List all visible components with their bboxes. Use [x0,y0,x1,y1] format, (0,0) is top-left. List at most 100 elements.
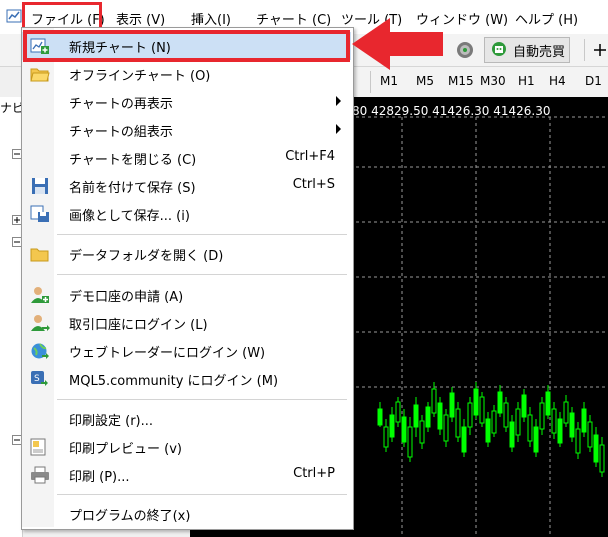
menu-item-label: 印刷プレビュー (v) [69,442,182,457]
candle-body [533,426,539,453]
menu-item-open-data-folder[interactable]: データフォルダを開く (D) [22,240,351,268]
menu-shortcut: Ctrl+P [293,466,335,481]
menu-item-label: データフォルダを開く (D) [69,249,224,264]
tf-m1[interactable]: M1 [380,74,398,88]
candle-body [455,408,461,438]
mql5-icon: S [31,371,48,386]
candle-body [497,391,503,414]
signal-icon [457,42,473,58]
candle-body [479,396,485,424]
candle-body [491,410,497,434]
menu-item-label: 印刷設定 (r)... [69,414,154,429]
autotrade-button[interactable]: 自動売買 [484,37,571,63]
tf-m5[interactable]: M5 [416,74,434,88]
menu-item-chart-sets[interactable]: チャートの組表示 [22,116,351,144]
menu-shortcut: Ctrl+F4 [285,149,335,164]
open-folder-icon [30,68,50,82]
menu-item-login-mql5[interactable]: S MQL5.community にログイン (M) [22,365,351,393]
menu-item-label: チャートを閉じる (C) [69,153,197,168]
menu-chart[interactable]: チャート (C) [256,9,331,28]
svg-text:S: S [34,374,40,384]
candle-body [431,388,437,414]
menu-view[interactable]: 表示 (V) [116,9,165,28]
candle-body [515,408,521,436]
menu-separator [57,494,347,495]
chart-price-readout: 80 42829.50 41426.30 41426.30 [352,104,551,118]
candle-body [551,408,557,434]
candle-body [419,420,425,444]
candle-body [449,392,455,418]
candle-body [545,391,551,416]
new-chart-highlight-box [23,30,350,62]
menu-item-label: 名前を付けて保存 (S) [69,181,196,196]
candle-body [377,408,383,426]
chart-canvas [350,116,608,537]
menu-item-print-preview[interactable]: 印刷プレビュー (v) [22,433,351,461]
file-dropdown-menu: 新規チャート (N) オフラインチャート (O) チャートの再表示 チャートの組… [21,27,354,530]
menu-item-label: チャートの再表示 [69,97,173,112]
candle-body [521,394,527,418]
save-icon [32,178,48,194]
tf-d1[interactable]: D1 [585,74,602,88]
candle-body [443,414,449,442]
candle-body [437,402,443,430]
tf-h4[interactable]: H4 [549,74,566,88]
tf-m30[interactable]: M30 [480,74,506,88]
menu-item-label: オフラインチャート (O) [69,69,211,84]
menu-item-label: ウェブトレーダーにログイン (W) [69,346,266,361]
autotrade-label: 自動売買 [513,44,566,60]
web-trader-icon [31,343,49,359]
tf-divider [370,71,371,93]
toolbar-divider [584,39,585,61]
navigator-panel [0,97,23,537]
autotrade-icon [492,42,506,56]
candle-body [569,412,575,438]
candle-body [425,406,431,428]
menu-separator [57,234,347,235]
candle-body [599,444,605,473]
add-account-icon [31,287,49,303]
menu-item-demo-account[interactable]: デモ口座の申請 (A) [22,281,351,309]
candle-body [473,388,479,416]
menu-item-label: 取引口座にログイン (L) [69,318,208,333]
menu-item-print-setup[interactable]: 印刷設定 (r)... [22,405,351,433]
menu-item-exit[interactable]: プログラムの終了(x) [22,500,351,528]
candle-body [509,421,515,448]
signal-button[interactable] [455,37,475,63]
candle-body [485,418,491,443]
tf-m15[interactable]: M15 [448,74,474,88]
candle-body [383,426,389,448]
candle-body [503,402,509,428]
candle-body [413,404,419,428]
menu-shortcut: Ctrl+S [292,177,335,192]
candle-body [395,401,401,423]
chart-area[interactable] [350,97,608,537]
menu-separator [57,274,347,275]
menu-item-close-chart[interactable]: チャートを閉じる (C) Ctrl+F4 [22,144,351,172]
candle-body [581,408,587,433]
menu-item-redisplay-chart[interactable]: チャートの再表示 [22,88,351,116]
candle-body [587,421,593,448]
menu-separator [57,399,347,400]
app-icon [6,9,22,23]
menu-help[interactable]: ヘルプ (H) [515,9,578,28]
menu-item-print[interactable]: 印刷 (P)... Ctrl+P [22,461,351,489]
menu-item-label: デモ口座の申請 (A) [69,290,184,305]
candle-body [461,426,467,453]
menu-item-label: 画像として保存... (i) [69,209,190,224]
file-menu-highlight-box [22,2,102,30]
menu-item-save-as-picture[interactable]: 画像として保存... (i) [22,200,351,228]
candle-body [593,434,599,463]
menu-item-offline-chart[interactable]: オフラインチャート (O) [22,60,351,88]
menu-item-save-as[interactable]: 名前を付けて保存 (S) Ctrl+S [22,172,351,200]
candle-body [467,402,473,428]
menu-item-login-web-trader[interactable]: ウェブトレーダーにログイン (W) [22,337,351,365]
printer-icon [31,466,49,484]
tf-h1[interactable]: H1 [518,74,535,88]
candle-body [527,414,533,442]
red-arrow-icon [352,18,443,70]
menu-item-login-trade-account[interactable]: 取引口座にログイン (L) [22,309,351,337]
plus-icon[interactable] [592,42,608,58]
menu-item-label: プログラムの終了(x) [69,509,191,524]
menu-insert[interactable]: 挿入(I) [191,9,231,28]
